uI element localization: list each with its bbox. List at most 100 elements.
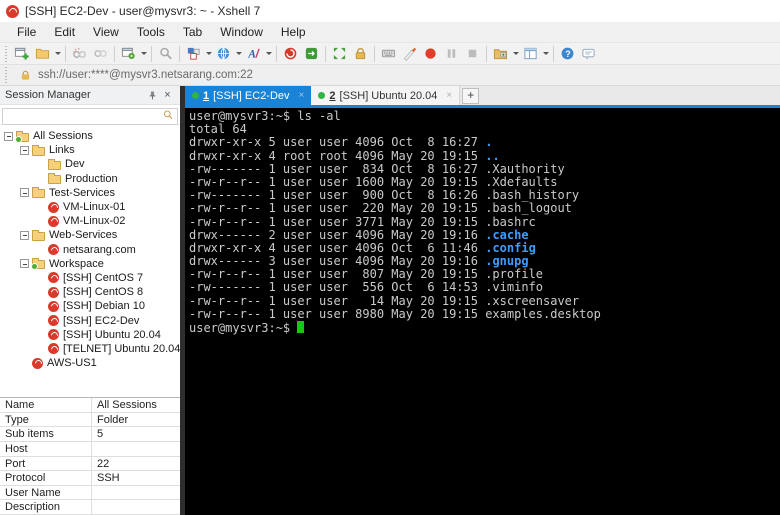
new-tab-button[interactable]: + <box>462 87 480 104</box>
menu-help[interactable]: Help <box>272 22 315 42</box>
menu-tab[interactable]: Tab <box>174 22 211 42</box>
tree-item-ssh-ubuntu-20-04[interactable]: [SSH] Ubuntu 20.04 <box>0 328 180 342</box>
tree-item-vm-linux-02[interactable]: VM-Linux-02 <box>0 214 180 228</box>
stop-record-button[interactable] <box>462 44 483 63</box>
tile-windows-button[interactable] <box>520 44 541 63</box>
toolbar-separator <box>65 45 66 62</box>
tab-close-icon[interactable]: × <box>446 90 452 101</box>
find-button[interactable] <box>155 44 176 63</box>
color-scheme-dropdown[interactable] <box>204 44 213 63</box>
font-dropdown[interactable] <box>264 44 273 63</box>
open-session-dropdown[interactable] <box>53 44 62 63</box>
tree-expander[interactable] <box>20 230 29 240</box>
prop-label: User Name <box>0 485 92 500</box>
tree-item-aws-us1[interactable]: AWS-US1 <box>0 356 180 370</box>
menu-file[interactable]: File <box>8 22 45 42</box>
tree-item-web-services[interactable]: Web-Services <box>0 228 180 242</box>
encoding-dropdown[interactable] <box>234 44 243 63</box>
prop-row-name: Name All Sessions <box>0 398 180 413</box>
close-panel-button[interactable]: × <box>160 88 175 103</box>
on-screen-keyboard-button[interactable] <box>378 44 399 63</box>
feedback-button[interactable] <box>578 44 599 63</box>
tree-expander[interactable] <box>20 188 29 198</box>
terminal[interactable]: user@mysvr3:~$ ls -al total 64 drwxr-xr-x … <box>185 108 780 515</box>
pause-record-button[interactable] <box>441 44 462 63</box>
terminal-line: -rw-r--r-- 1 user user 8980 May 20 19:15… <box>189 306 601 321</box>
session-properties-button[interactable] <box>118 44 139 63</box>
tab-label: [SSH] Ubuntu 20.04 <box>339 89 438 102</box>
tree-item-ssh-centos-7[interactable]: [SSH] CentOS 7 <box>0 271 180 285</box>
session-search <box>0 105 180 125</box>
session-properties-dropdown[interactable] <box>139 44 148 63</box>
pin-panel-button[interactable] <box>145 88 160 103</box>
tree-item-netsarang-com[interactable]: netsarang.com <box>0 243 180 257</box>
menu-tools[interactable]: Tools <box>128 22 174 42</box>
tree-item-dev[interactable]: Dev <box>0 157 180 171</box>
transfer-folder-icon <box>493 49 508 60</box>
session-manager-header: Session Manager × <box>0 86 180 105</box>
tree-expander[interactable] <box>20 145 29 155</box>
tree-item-label: [SSH] CentOS 8 <box>63 286 144 299</box>
tree-expander[interactable] <box>4 131 13 141</box>
address-bar[interactable]: ssh://user:****@mysvr3.netsarang.com:22 <box>0 65 780 86</box>
menu-view[interactable]: View <box>84 22 128 42</box>
menu-edit[interactable]: Edit <box>45 22 84 42</box>
tree-item-production[interactable]: Production <box>0 172 180 186</box>
tree-item-telnet-ubuntu-20-04[interactable]: [TELNET] Ubuntu 20.04 <box>0 342 180 356</box>
help-icon: ? <box>561 47 574 60</box>
tabs: 1 [SSH] EC2-Dev × 2 [SSH] Ubuntu 20.04 × <box>185 86 461 105</box>
session-icon <box>32 357 43 369</box>
toolbar-separator <box>374 45 375 62</box>
tree-item-test-services[interactable]: Test-Services <box>0 186 180 200</box>
reconnect-button[interactable] <box>90 44 111 63</box>
tree-expander[interactable] <box>20 259 29 269</box>
toolbar-separator <box>114 45 115 62</box>
new-xftp-button[interactable] <box>301 44 322 63</box>
tree-item-links[interactable]: Links <box>0 143 180 157</box>
menu-window[interactable]: Window <box>211 22 272 42</box>
transfer-folder-button[interactable] <box>490 44 511 63</box>
encoding-button[interactable] <box>213 44 234 63</box>
toolbar-separator <box>553 45 554 62</box>
toolbar-separator <box>276 45 277 62</box>
prop-label: Description <box>0 500 92 514</box>
tab-close-icon[interactable]: × <box>299 90 305 101</box>
color-scheme-button[interactable] <box>183 44 204 63</box>
prop-value: 22 <box>97 457 110 470</box>
toolbar-grip[interactable] <box>4 45 9 62</box>
font-button[interactable]: A <box>243 44 264 63</box>
session-search-input[interactable] <box>2 107 178 125</box>
stop-icon <box>468 49 477 58</box>
tree-item-ssh-centos-8[interactable]: [SSH] CentOS 8 <box>0 285 180 299</box>
tab-ssh-ec2-dev[interactable]: 1 [SSH] EC2-Dev × <box>185 86 312 105</box>
tree-item-vm-linux-01[interactable]: VM-Linux-01 <box>0 200 180 214</box>
folder-icon <box>31 258 45 271</box>
new-session-button[interactable] <box>11 44 32 63</box>
help-button[interactable]: ? <box>557 44 578 63</box>
address-url[interactable]: ssh://user:****@mysvr3.netsarang.com:22 <box>38 69 253 81</box>
terminal-line: -rw-r--r-- 1 user user 220 May 20 19:15 … <box>189 201 572 216</box>
open-session-button[interactable] <box>32 44 53 63</box>
full-screen-button[interactable] <box>329 44 350 63</box>
compose-bar-button[interactable] <box>399 44 420 63</box>
disconnect-button[interactable] <box>69 44 90 63</box>
tree-item-workspace[interactable]: Workspace <box>0 257 180 271</box>
prop-row-type: Type Folder <box>0 412 180 428</box>
new-xshell-button[interactable] <box>280 44 301 63</box>
address-bar-grip[interactable] <box>4 67 9 83</box>
folder-icon <box>32 144 45 156</box>
tree-item-label: Dev <box>65 158 85 171</box>
prop-value <box>92 486 180 500</box>
open-folder-icon <box>35 48 50 59</box>
transfer-folder-dropdown[interactable] <box>511 44 520 63</box>
session-icon <box>48 272 59 284</box>
tree-item-all-sessions[interactable]: All Sessions <box>0 129 180 143</box>
tree-item-ssh-ec2-dev[interactable]: [SSH] EC2-Dev <box>0 313 180 327</box>
prop-label: Name <box>0 398 92 412</box>
tab-ssh-ubuntu-20-04[interactable]: 2 [SSH] Ubuntu 20.04 × <box>311 86 461 105</box>
tile-windows-dropdown[interactable] <box>541 44 550 63</box>
tree-item-ssh-debian-10[interactable]: [SSH] Debian 10 <box>0 299 180 313</box>
record-session-button[interactable] <box>420 44 441 63</box>
lock-button[interactable] <box>350 44 371 63</box>
prop-row-sub-items: Sub items 5 <box>0 427 180 443</box>
